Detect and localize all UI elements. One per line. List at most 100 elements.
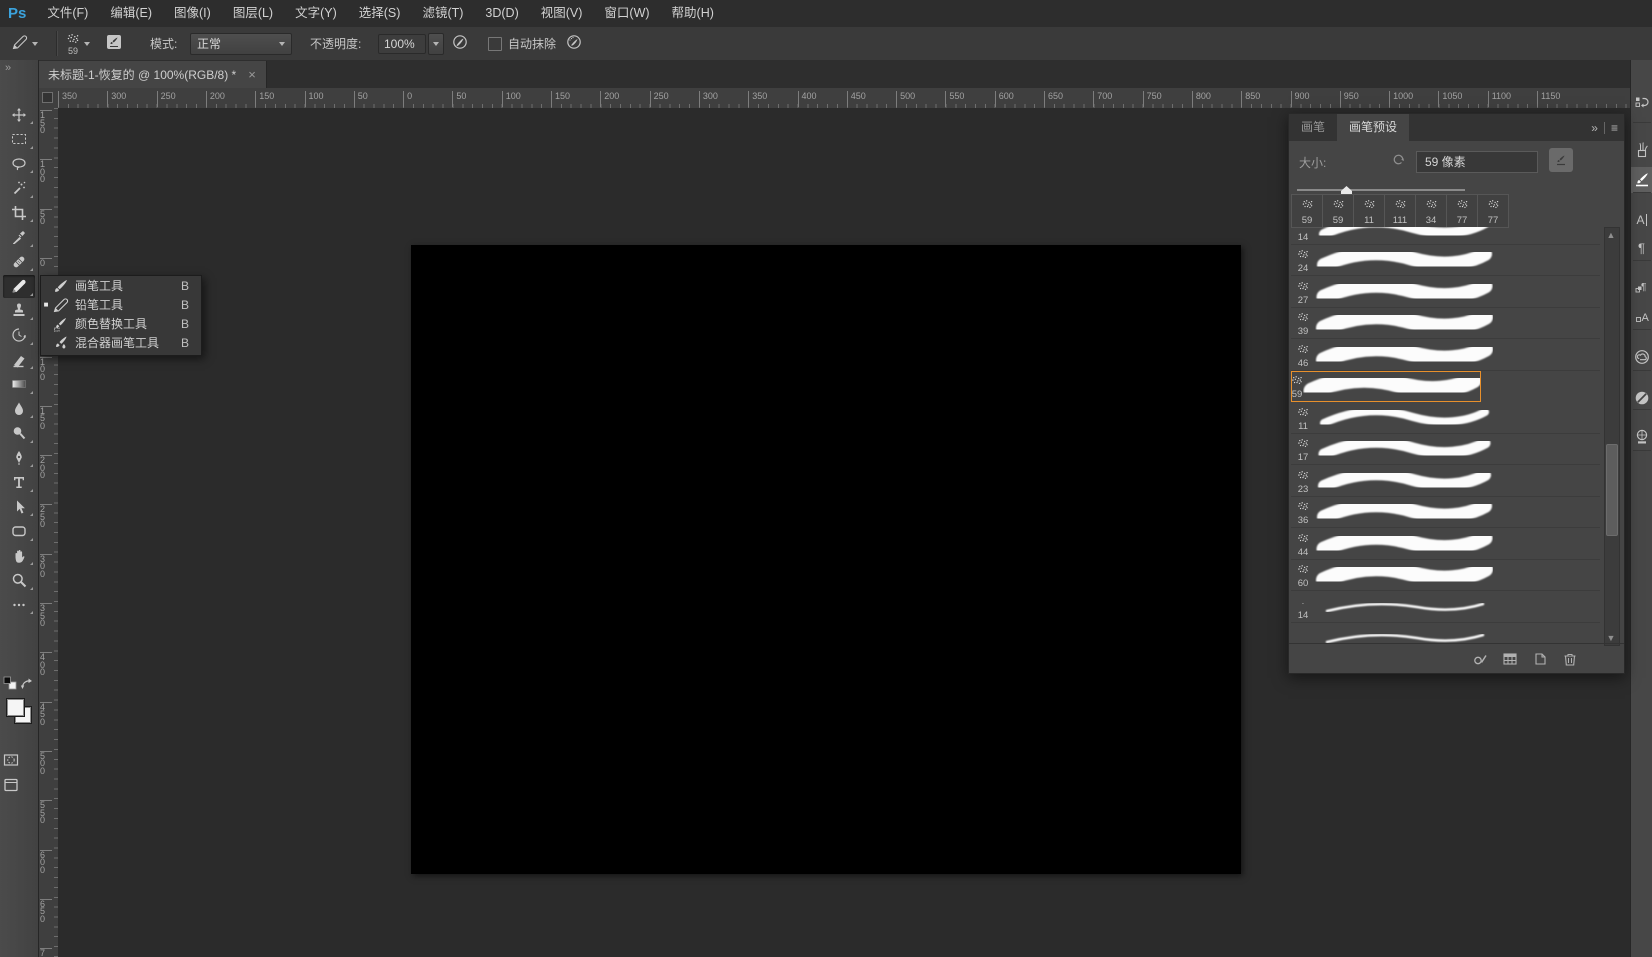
lasso-tool[interactable] [3,152,35,175]
horizontal-ruler[interactable]: 3503002502001501005005010015020025030035… [58,88,1630,109]
panel-tab-画笔预设[interactable]: 画笔预设 [1337,114,1409,141]
menu-item-2[interactable]: 编辑(E) [99,0,163,27]
brush-preset-59[interactable]: 59 [1291,371,1481,403]
paragraph-panel-icon[interactable]: ¶ [1631,235,1652,261]
brush-preset-46[interactable]: 46 [1291,339,1600,371]
brush-panel-icon[interactable] [1631,137,1652,163]
default-colors-button[interactable] [3,672,19,695]
menu-item-11[interactable]: 帮助(H) [661,0,725,27]
scroll-up-icon[interactable]: ▲ [1605,229,1617,241]
menu-item-7[interactable]: 滤镜(T) [411,0,474,27]
menu-item-3[interactable]: 图像(I) [163,0,222,27]
scroll-thumb[interactable] [1606,444,1618,536]
recent-brush-77[interactable]: 77 [1478,195,1508,227]
menu-item-4[interactable]: 图层(L) [222,0,284,27]
type-tool[interactable] [3,471,35,494]
collapse-panel-icon[interactable]: » [1591,121,1598,135]
healing-brush-tool[interactable] [3,250,35,273]
document-tab[interactable]: 未标题-1-恢复的 @ 100%(RGB/8) * × [38,61,267,88]
vertical-ruler[interactable]: 1 5 01 0 05 005 01 0 01 5 02 0 02 5 03 0… [38,108,59,957]
shape-tool[interactable] [3,520,35,543]
new-brush-icon[interactable] [1532,651,1548,667]
brush-preset-60[interactable]: 60 [1291,560,1600,592]
history-panel-icon[interactable] [1631,90,1652,116]
recent-brush-34[interactable]: 34 [1416,195,1447,227]
menu-item-1[interactable]: 文件(F) [36,0,99,27]
brush-preset-39[interactable]: 39 [1291,308,1600,340]
creative-cloud-icon[interactable] [1631,344,1652,370]
clone-stamp-tool[interactable] [3,299,35,322]
preset-manager-icon[interactable] [1502,651,1518,667]
recent-brush-11[interactable]: 11 [1354,195,1385,227]
toggle-stroke-preview-icon[interactable] [1472,651,1488,667]
crop-tool[interactable] [3,201,35,224]
opacity-dropdown-button[interactable] [428,33,444,55]
history-brush-tool[interactable] [3,324,35,347]
document-canvas[interactable] [411,245,1241,874]
delete-brush-icon[interactable] [1562,651,1578,667]
auto-erase-checkbox[interactable] [488,27,502,60]
brush-preset-last[interactable]: · [1291,623,1600,645]
size-input[interactable]: 59 像素 [1416,151,1538,173]
panel-menu-icon[interactable]: ≡ [1611,121,1618,135]
dodge-tool[interactable] [3,422,35,445]
tool-preset-picker[interactable] [12,27,38,60]
quick-mask-button[interactable] [3,748,19,771]
blur-tool[interactable] [3,397,35,420]
menu-item-10[interactable]: 窗口(W) [593,0,660,27]
swap-colors-button[interactable] [19,672,35,695]
brush-preset-24[interactable]: 24 [1291,245,1600,277]
menu-item-6[interactable]: 选择(S) [348,0,412,27]
properties-panel-icon[interactable] [1631,385,1652,411]
menu-item-5[interactable]: 文字(Y) [284,0,348,27]
marquee-tool[interactable] [3,128,35,151]
flyout-item-颜色替换工具[interactable]: 颜色替换工具B [41,314,201,333]
brush-preset-17[interactable]: 17 [1291,434,1600,466]
pen-tool[interactable] [3,446,35,469]
gradient-tool[interactable] [3,373,35,396]
brush-preset-27[interactable]: 27 [1291,276,1600,308]
brush-preset-36[interactable]: 36 [1291,497,1600,529]
opacity-input[interactable]: 100% [378,34,426,54]
flyout-item-画笔工具[interactable]: 画笔工具B [41,276,201,295]
eraser-tool[interactable] [3,348,35,371]
eyedropper-tool[interactable] [3,226,35,249]
mode-dropdown[interactable]: 正常 [190,33,292,55]
character-panel-icon[interactable]: A [1631,207,1652,233]
scrollbar[interactable]: ▲ ▼ [1604,227,1620,646]
recent-brush-59[interactable]: 59 [1323,195,1354,227]
recent-brush-77[interactable]: 77 [1447,195,1478,227]
quick-selection-tool[interactable] [3,177,35,200]
toggle-brush-panel-button[interactable] [106,27,122,60]
recent-brush-59[interactable]: 59 [1292,195,1323,227]
ruler-origin-box[interactable] [38,88,59,109]
pressure-opacity-button[interactable] [452,27,468,60]
flyout-item-混合器画笔工具[interactable]: 混合器画笔工具B [41,333,201,352]
toggle-live-tip-icon[interactable] [1549,148,1573,172]
recent-brush-111[interactable]: 111 [1385,195,1416,227]
brush-preset-picker[interactable]: 59 [66,27,90,60]
paragraph-styles-panel-icon[interactable]: ¶ [1631,275,1652,301]
panel-tab-画笔[interactable]: 画笔 [1289,114,1337,141]
collapse-toolbar-icon[interactable]: » [5,62,11,74]
brush-preset-11[interactable]: 11 [1291,402,1600,434]
brush-preset-44[interactable]: 44 [1291,528,1600,560]
brush-preset-14[interactable]: 14 [1291,227,1600,245]
device-preview-panel-icon[interactable] [1631,424,1652,450]
foreground-color-swatch[interactable] [6,698,25,717]
color-swatches[interactable] [6,698,32,724]
path-selection-tool[interactable] [3,495,35,518]
character-styles-panel-icon[interactable]: A [1631,304,1652,330]
zoom-tool[interactable] [3,569,35,592]
move-tool[interactable] [3,103,35,126]
brush-preset-23[interactable]: 23 [1291,465,1600,497]
hand-tool[interactable] [3,544,35,567]
brush-preset-14[interactable]: ·14 [1291,591,1600,623]
menu-item-8[interactable]: 3D(D) [474,0,529,27]
screen-mode-button[interactable] [3,773,19,796]
flyout-item-铅笔工具[interactable]: ■铅笔工具B [41,295,201,314]
airbrush-button[interactable] [566,27,582,60]
brush-presets-panel-icon[interactable] [1631,167,1652,193]
edit-toolbar[interactable] [3,593,35,616]
reset-size-icon[interactable] [1391,152,1406,170]
